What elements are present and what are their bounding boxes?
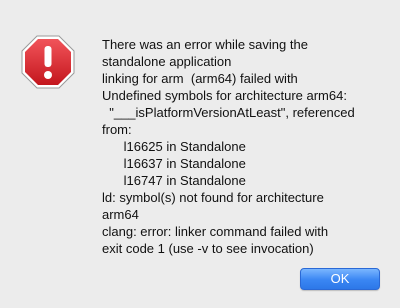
error-message: There was an error while saving the stan… bbox=[102, 37, 355, 256]
stop-exclamation-icon bbox=[21, 35, 75, 89]
ok-button[interactable]: OK bbox=[300, 268, 380, 290]
error-dialog: There was an error while saving the stan… bbox=[0, 0, 400, 308]
